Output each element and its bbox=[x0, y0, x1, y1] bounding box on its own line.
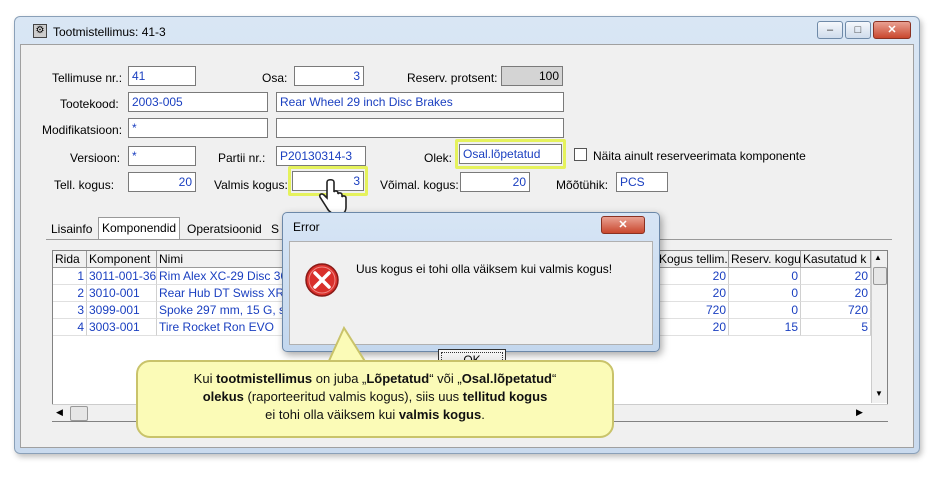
callout-text: ei tohi olla väiksem kui bbox=[265, 407, 399, 422]
table-cell[interactable]: 15 bbox=[729, 319, 801, 336]
dialog-title: Error bbox=[293, 220, 320, 234]
tab-lisainfo[interactable]: Lisainfo bbox=[48, 219, 95, 239]
reserve-pct-field: 100 bbox=[501, 66, 563, 86]
minimize-button[interactable]: ‒ bbox=[817, 21, 843, 39]
order-no-label: Tellimuse nr.: bbox=[52, 71, 123, 85]
table-cell[interactable]: 20 bbox=[801, 285, 871, 302]
part-label: Osa: bbox=[262, 71, 288, 85]
table-cell[interactable]: 2 bbox=[53, 285, 87, 302]
possible-qty-label: Võimal. kogus: bbox=[380, 178, 459, 192]
callout-bold: olekus bbox=[202, 389, 244, 404]
ordered-qty-field[interactable]: 20 bbox=[128, 172, 196, 192]
callout-text: Kui bbox=[193, 371, 217, 386]
state-label: Olek: bbox=[424, 151, 453, 165]
possible-qty-field[interactable]: 20 bbox=[460, 172, 530, 192]
table-cell[interactable]: 720 bbox=[801, 302, 871, 319]
product-code-label: Tootekood: bbox=[60, 97, 119, 111]
scroll-up-icon[interactable]: ▲ bbox=[874, 253, 882, 262]
callout-bold: tootmistellimus bbox=[216, 371, 313, 386]
table-cell[interactable]: 0 bbox=[729, 285, 801, 302]
version-label: Versioon: bbox=[70, 151, 121, 165]
unit-field[interactable]: PCS bbox=[616, 172, 668, 192]
table-cell[interactable]: 3010-001 bbox=[87, 285, 157, 302]
callout-text: . bbox=[481, 407, 485, 422]
version-field[interactable]: * bbox=[128, 146, 196, 166]
error-icon bbox=[305, 263, 339, 297]
close-button[interactable]: ✕ bbox=[873, 21, 911, 39]
batch-field[interactable]: P20130314-3 bbox=[276, 146, 366, 166]
table-cell[interactable]: 20 bbox=[657, 319, 729, 336]
scroll-right-icon[interactable]: ▶ bbox=[856, 407, 863, 418]
modification-field[interactable]: * bbox=[128, 118, 268, 138]
col-header-kasutatud-kogus[interactable]: Kasutatud k bbox=[801, 251, 871, 268]
modification-label: Modifikatsioon: bbox=[42, 123, 123, 137]
callout-line-3: ei tohi olla väiksem kui valmis kogus. bbox=[138, 406, 612, 424]
state-field[interactable]: Osal.lõpetatud bbox=[459, 144, 562, 164]
callout-bold: Lõpetatud bbox=[366, 371, 430, 386]
table-cell[interactable]: 720 bbox=[657, 302, 729, 319]
table-cell[interactable]: 20 bbox=[657, 268, 729, 285]
callout-text: (raporteeritud valmis kogus), siis uus bbox=[243, 389, 463, 404]
callout-tail bbox=[326, 326, 370, 364]
order-no-field[interactable]: 41 bbox=[128, 66, 196, 86]
table-cell[interactable]: 20 bbox=[801, 268, 871, 285]
callout-text: on juba „ bbox=[312, 371, 367, 386]
scroll-thumb-horizontal[interactable] bbox=[70, 406, 88, 421]
callout-bold: valmis kogus bbox=[398, 407, 482, 422]
table-cell[interactable]: 1 bbox=[53, 268, 87, 285]
table-cell[interactable]: 3 bbox=[53, 302, 87, 319]
col-header-reserv-kogus[interactable]: Reserv. kogu bbox=[729, 251, 801, 268]
show-unreserved-checkbox[interactable] bbox=[574, 148, 587, 161]
product-code-field[interactable]: 2003-005 bbox=[128, 92, 268, 112]
col-header-komponent[interactable]: Komponent bbox=[87, 251, 157, 268]
tab-operatsioonid[interactable]: Operatsioonid bbox=[184, 219, 265, 239]
dialog-message: Uus kogus ei tohi olla väiksem kui valmi… bbox=[356, 262, 613, 276]
callout-text: “ bbox=[551, 371, 557, 386]
table-cell[interactable]: 3099-001 bbox=[87, 302, 157, 319]
scroll-left-icon[interactable]: ◀ bbox=[56, 407, 63, 418]
table-cell[interactable]: 0 bbox=[729, 268, 801, 285]
unit-label: Mõõtühik: bbox=[556, 178, 609, 192]
window-title: Tootmistellimus: 41-3 bbox=[53, 25, 166, 39]
col-header-kogus-tellim[interactable]: Kogus tellim. bbox=[657, 251, 729, 268]
callout-note: Kui tootmistellimus on juba „Lõpetatud“ … bbox=[136, 360, 614, 438]
window-titlebar[interactable]: ⚙ Tootmistellimus: 41-3 ‒ □ ✕ bbox=[15, 17, 919, 45]
tab-komponendid[interactable]: Komponendid bbox=[98, 217, 181, 239]
callout-text: “ või „ bbox=[429, 371, 462, 386]
table-cell[interactable]: 3003-001 bbox=[87, 319, 157, 336]
dialog-close-button[interactable]: ✕ bbox=[601, 216, 645, 234]
col-header-rida[interactable]: Rida bbox=[53, 251, 87, 268]
app-icon: ⚙ bbox=[33, 24, 47, 38]
product-name-field[interactable]: Rear Wheel 29 inch Disc Brakes bbox=[276, 92, 564, 112]
show-unreserved-label: Näita ainult reserveerimata komponente bbox=[593, 149, 806, 163]
tab-s[interactable]: S bbox=[268, 219, 282, 239]
vertical-scrollbar[interactable]: ▲ ▼ bbox=[871, 251, 887, 403]
callout-bold: Osal.lõpetatud bbox=[461, 371, 552, 386]
finished-qty-label: Valmis kogus: bbox=[214, 178, 288, 192]
callout-line-2: olekus (raporteeritud valmis kogus), sii… bbox=[138, 388, 612, 406]
scroll-thumb-vertical[interactable] bbox=[873, 267, 887, 285]
part-field[interactable]: 3 bbox=[294, 66, 364, 86]
modification-desc-field[interactable] bbox=[276, 118, 564, 138]
table-cell[interactable]: 0 bbox=[729, 302, 801, 319]
scroll-down-icon[interactable]: ▼ bbox=[875, 389, 883, 398]
table-cell[interactable]: 5 bbox=[801, 319, 871, 336]
table-cell[interactable]: 3011-001-36I bbox=[87, 268, 157, 285]
callout-line-1: Kui tootmistellimus on juba „Lõpetatud“ … bbox=[138, 370, 612, 388]
table-cell[interactable]: 20 bbox=[657, 285, 729, 302]
callout-bold: tellitud kogus bbox=[462, 389, 548, 404]
table-cell[interactable]: 4 bbox=[53, 319, 87, 336]
reserve-pct-label: Reserv. protsent: bbox=[407, 71, 498, 85]
batch-label: Partii nr.: bbox=[218, 151, 266, 165]
ordered-qty-label: Tell. kogus: bbox=[54, 178, 115, 192]
maximize-button[interactable]: □ bbox=[845, 21, 871, 39]
